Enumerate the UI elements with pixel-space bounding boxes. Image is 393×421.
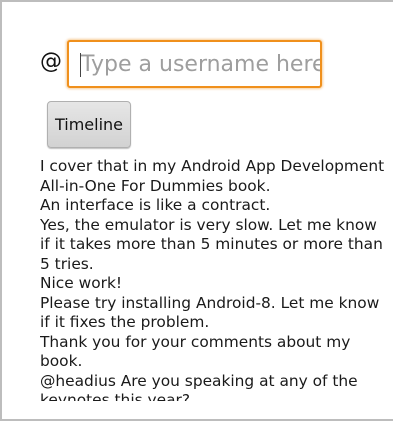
timeline-button[interactable]: Timeline [47,101,131,148]
timeline-item: @headius Are you speaking at any of the … [40,371,358,402]
timeline-list: I cover that in my Android App Developme… [40,157,385,401]
username-input[interactable] [67,40,322,88]
timeline-item: Yes, the emulator is very slow. Let me k… [40,215,383,273]
timeline-item: Thank you for your comments about my boo… [40,332,351,371]
timeline-item: Please try installing Android-8. Let me … [40,293,380,332]
at-sign-label: @ [40,49,62,74]
timeline-item: I cover that in my Android App Developme… [40,157,385,195]
timeline-item: Nice work! [40,274,123,292]
username-row: @ [40,40,330,90]
main-content: @ Timeline I cover that in my Android Ap… [40,0,390,401]
text-cursor [80,53,81,77]
timeline-item: An interface is like a contract. [40,196,271,214]
